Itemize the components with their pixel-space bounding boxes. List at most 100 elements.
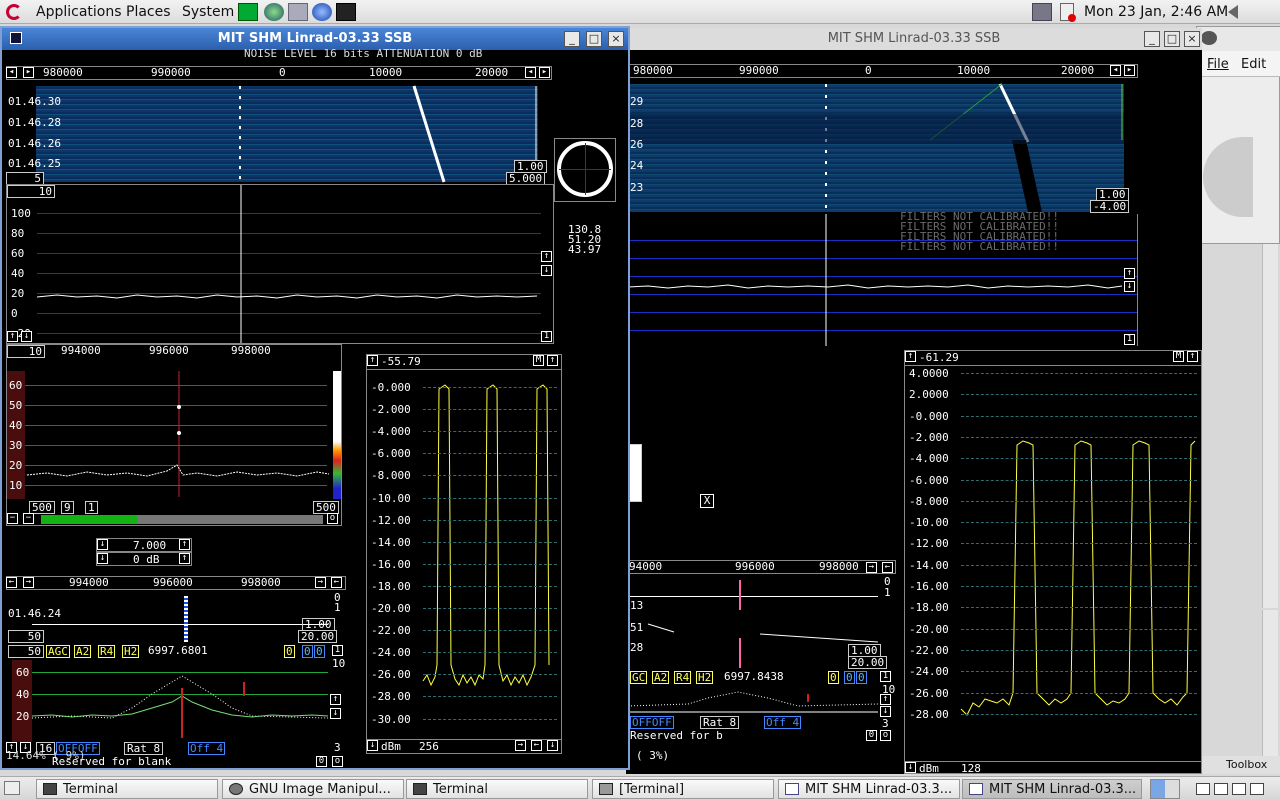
win1-minimize-button[interactable]: _ bbox=[564, 31, 580, 47]
win2-freq-axis[interactable]: 980000 990000 0 10000 20000 bbox=[628, 64, 1138, 78]
win1-bottom-o[interactable]: o bbox=[332, 756, 343, 767]
win2-spec-up-arrow[interactable]: ↑ bbox=[1124, 268, 1135, 279]
win2-response-panel[interactable]: ↑ -61.29 M ↑ ↓ dBm 128 4.0000 2.0000 -0.00… bbox=[904, 350, 1202, 774]
win1-af-axis[interactable]: ← → 994000 996000 998000 → ← bbox=[6, 576, 346, 590]
win2-resp-up-button[interactable]: ↑ bbox=[1187, 351, 1198, 362]
win1-scope-box[interactable] bbox=[554, 138, 616, 202]
win2-resp-up-arrow[interactable]: ↑ bbox=[905, 351, 916, 362]
win1-freq-right-arrow[interactable]: ▸ bbox=[23, 67, 34, 78]
win1-gain-control-2[interactable]: ↓ 0 dB ↑ bbox=[96, 552, 192, 566]
battery-icon[interactable] bbox=[1060, 3, 1076, 22]
win1-app-icon[interactable] bbox=[10, 32, 22, 44]
win2-agc-box-one[interactable]: 1 bbox=[880, 671, 891, 682]
win1-spec-bottom-down[interactable]: ↓ bbox=[21, 331, 32, 342]
win2-rat-button[interactable]: Rat 8 bbox=[700, 716, 740, 729]
win2-close-button[interactable]: × bbox=[1184, 31, 1200, 47]
win1-spec-bottom-up[interactable]: ↑ bbox=[7, 331, 18, 342]
taskbar-item[interactable]: MIT SHM Linrad-03.3... bbox=[778, 779, 960, 799]
win1-spectrum[interactable]: 10 100 80 60 40 20 0 -20 ↑ ↓ ↑ ↓ 1 bbox=[6, 184, 554, 344]
win1-off2-button[interactable]: Off 4 bbox=[188, 742, 226, 755]
win1-bb-box-3[interactable]: 1 bbox=[85, 501, 98, 514]
menu-places[interactable]: Places bbox=[126, 4, 171, 20]
gimp-scrollbar-2[interactable] bbox=[1262, 610, 1278, 756]
win2-af-right-arrow[interactable]: → bbox=[866, 562, 877, 573]
win1-a2-button[interactable]: A2 bbox=[74, 645, 92, 658]
win1-agc-box-z2[interactable]: 0 bbox=[302, 645, 313, 658]
win1-bb-minus-2[interactable]: − bbox=[23, 513, 34, 524]
gimp-toolbox-tab[interactable]: Toolbox bbox=[1196, 756, 1280, 774]
win1-af-right-arrow[interactable]: → bbox=[23, 577, 34, 588]
win1-bb-box-2[interactable]: 9 bbox=[61, 501, 74, 514]
file-manager-icon[interactable] bbox=[288, 3, 308, 21]
win1-af-right-arrow-2[interactable]: → bbox=[315, 577, 326, 588]
win2-freq-right-arrow[interactable]: ▸ bbox=[1124, 65, 1135, 76]
win1-resp-down-arrow[interactable]: ↓ bbox=[367, 740, 378, 751]
win2-bottom-zero[interactable]: 0 bbox=[866, 730, 877, 741]
win1-resp-down-button[interactable]: ↓ bbox=[547, 740, 558, 751]
win1-resp-m-button[interactable]: M bbox=[533, 355, 544, 366]
taskbar-item[interactable]: [Terminal] bbox=[592, 779, 774, 799]
win1-gain2-up[interactable]: ↑ bbox=[179, 553, 190, 564]
system-monitor-icon[interactable] bbox=[238, 3, 258, 21]
gimp-scrollbar[interactable] bbox=[1262, 244, 1278, 608]
win1-af-box-left[interactable]: 50 bbox=[8, 630, 44, 643]
win2-r4-button[interactable]: R4 bbox=[674, 671, 692, 684]
win1-bb-level-slider[interactable] bbox=[41, 515, 323, 524]
network-status-icon[interactable] bbox=[1032, 3, 1052, 21]
win1-freq-left-arrow[interactable]: ◂ bbox=[6, 67, 17, 78]
taskbar-item[interactable]: Terminal bbox=[36, 779, 218, 799]
win2-resp-down-arrow[interactable]: ↓ bbox=[905, 762, 916, 773]
win1-freq-right-arrow-2[interactable]: ▸ bbox=[539, 67, 550, 78]
show-desktop-icon[interactable] bbox=[4, 781, 20, 795]
win1-baseband-panel[interactable]: 10 994000 996000 998000 60 50 40 30 20 1… bbox=[6, 344, 342, 526]
workspace-1[interactable] bbox=[1151, 780, 1165, 798]
win2-wf-box-2[interactable]: -4.00 bbox=[1090, 200, 1130, 213]
win1-agc-box-z[interactable]: 0 bbox=[284, 645, 295, 658]
win1-spec-up-arrow[interactable]: ↑ bbox=[541, 251, 552, 262]
win2-freq-left-arrow[interactable]: ◂ bbox=[1110, 65, 1121, 76]
win1-gain2-down[interactable]: ↓ bbox=[97, 553, 108, 564]
clock[interactable]: Mon 23 Jan, 2:46 AM bbox=[1084, 4, 1228, 20]
win1-af-box-2[interactable]: 20.00 bbox=[298, 630, 338, 643]
win1-resp-up-arrow[interactable]: ↑ bbox=[367, 355, 378, 366]
win1-resp-up-button[interactable]: ↑ bbox=[547, 355, 558, 366]
win2-agc-box-z3[interactable]: 0 bbox=[856, 671, 867, 684]
win2-agc-box-z2[interactable]: 0 bbox=[844, 671, 855, 684]
gimp-menu-edit[interactable]: Edit bbox=[1241, 57, 1266, 72]
volume-icon[interactable] bbox=[1228, 5, 1238, 19]
win2-spec-down-arrow[interactable]: ↓ bbox=[1124, 281, 1135, 292]
win1-agc-up-arrow[interactable]: ↑ bbox=[330, 694, 341, 705]
win2-off1-button[interactable]: OFFOFF bbox=[630, 716, 674, 729]
taskbar-item[interactable]: Terminal bbox=[406, 779, 588, 799]
win1-rat-button[interactable]: Rat 8 bbox=[124, 742, 164, 755]
win2-a2-button[interactable]: A2 bbox=[652, 671, 670, 684]
win2-off2-button[interactable]: Off 4 bbox=[764, 716, 802, 729]
win1-gain1-up[interactable]: ↑ bbox=[179, 539, 190, 550]
win1-gain1-down[interactable]: ↓ bbox=[97, 539, 108, 550]
win2-h2-button[interactable]: H2 bbox=[696, 671, 714, 684]
win2-bottom-o[interactable]: o bbox=[880, 730, 891, 741]
win1-gain-control-1[interactable]: ↓ 7.000 ↑ bbox=[96, 538, 192, 552]
win1-resp-right-arrow[interactable]: → bbox=[515, 740, 526, 751]
win1-freq-left-arrow-2[interactable]: ◂ bbox=[525, 67, 536, 78]
linrad-window-2-titlebar[interactable]: MIT SHM Linrad-03.33 SSB bbox=[626, 28, 1202, 50]
win2-minimize-button[interactable]: _ bbox=[1144, 31, 1160, 47]
win2-agc-box-z[interactable]: 0 bbox=[828, 671, 839, 684]
win2-spec-corner-box[interactable]: 1 bbox=[1124, 334, 1135, 345]
win1-bottom-zero[interactable]: 0 bbox=[316, 756, 327, 767]
workspace-switcher[interactable] bbox=[1150, 779, 1180, 799]
win1-bb-minus-1[interactable]: − bbox=[7, 513, 18, 524]
win2-af-axis[interactable]: 94000 996000 998000 bbox=[628, 560, 896, 574]
win2-waterfall[interactable] bbox=[628, 83, 1124, 212]
menu-system[interactable]: System bbox=[182, 4, 234, 20]
win1-af-left-arrow-2[interactable]: ← bbox=[331, 577, 342, 588]
terminal-launcher-icon[interactable] bbox=[336, 3, 356, 21]
network-icon[interactable] bbox=[264, 3, 284, 21]
win2-af-left-arrow[interactable]: ← bbox=[882, 562, 893, 573]
taskbar-item[interactable]: GNU Image Manipul... bbox=[222, 779, 404, 799]
win1-spec-down-arrow[interactable]: ↓ bbox=[541, 265, 552, 276]
win1-bb-o-button[interactable]: o bbox=[327, 513, 338, 524]
win1-close-button[interactable]: × bbox=[608, 31, 624, 47]
win1-agc-box-one[interactable]: 1 bbox=[332, 645, 343, 656]
win2-af-box-2[interactable]: 20.00 bbox=[848, 656, 888, 669]
